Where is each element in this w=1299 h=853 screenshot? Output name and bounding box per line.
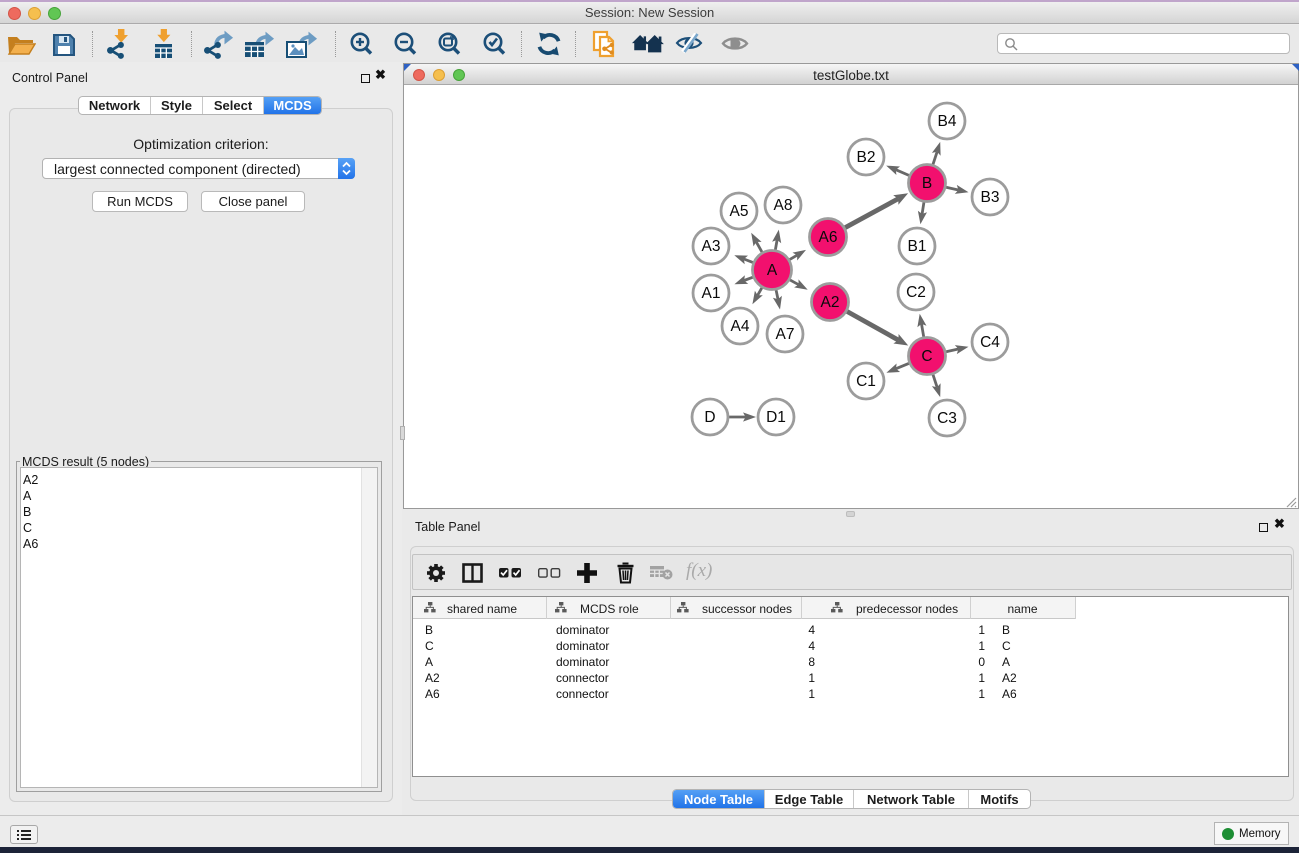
- svg-text:A6: A6: [819, 229, 838, 246]
- svg-text:B1: B1: [908, 238, 927, 255]
- svg-text:A2: A2: [821, 294, 840, 311]
- svg-text:B3: B3: [981, 189, 1000, 206]
- svg-text:B2: B2: [857, 149, 876, 166]
- svg-text:D1: D1: [766, 409, 786, 426]
- svg-text:C2: C2: [906, 284, 926, 301]
- svg-text:A7: A7: [776, 326, 795, 343]
- svg-text:B: B: [922, 175, 932, 192]
- svg-text:C3: C3: [937, 410, 957, 427]
- svg-text:C4: C4: [980, 334, 1000, 351]
- svg-text:C1: C1: [856, 373, 876, 390]
- svg-text:C: C: [921, 348, 932, 365]
- svg-text:A: A: [767, 262, 778, 279]
- svg-text:A4: A4: [731, 318, 750, 335]
- svg-text:D: D: [704, 409, 715, 426]
- svg-text:B4: B4: [938, 113, 957, 130]
- svg-text:A1: A1: [702, 285, 721, 302]
- svg-text:A3: A3: [702, 238, 721, 255]
- svg-text:A8: A8: [774, 197, 793, 214]
- svg-text:A5: A5: [730, 203, 749, 220]
